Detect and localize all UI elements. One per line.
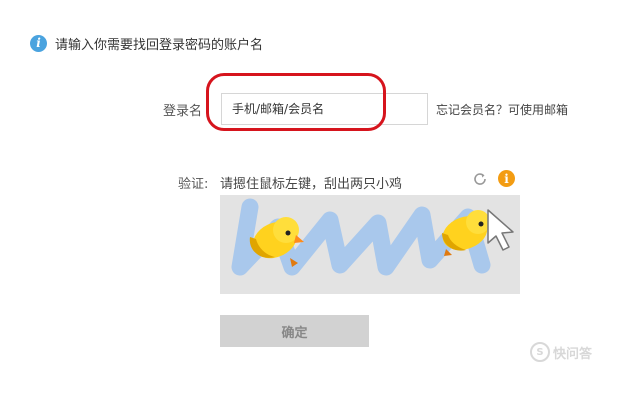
prompt-text: 请输入你需要找回登录密码的账户名 xyxy=(55,37,264,53)
warning-info-icon[interactable]: i xyxy=(498,170,515,187)
info-icon: i xyxy=(30,34,47,52)
forgot-username-link[interactable]: 忘记会员名？可使用邮箱 xyxy=(436,101,568,118)
login-name-input[interactable] xyxy=(221,93,428,125)
prompt-row: i 请输入你需要找回登录密码的账户名 xyxy=(30,33,263,53)
watermark-text: 快问答 xyxy=(553,346,593,362)
confirm-button[interactable]: 确定 xyxy=(220,315,369,347)
cursor-icon xyxy=(487,209,514,251)
verify-label: 验证: xyxy=(178,177,209,192)
verify-hint: 请摁住鼠标左键，刮出两只小鸡 xyxy=(220,177,403,192)
login-name-label: 登录名 xyxy=(163,104,203,119)
refresh-icon[interactable] xyxy=(472,171,488,187)
captcha-canvas[interactable] xyxy=(220,195,520,294)
watermark: S 快问答 xyxy=(530,342,592,362)
scratch-captcha[interactable] xyxy=(220,195,520,294)
watermark-logo-icon: S xyxy=(530,342,550,362)
